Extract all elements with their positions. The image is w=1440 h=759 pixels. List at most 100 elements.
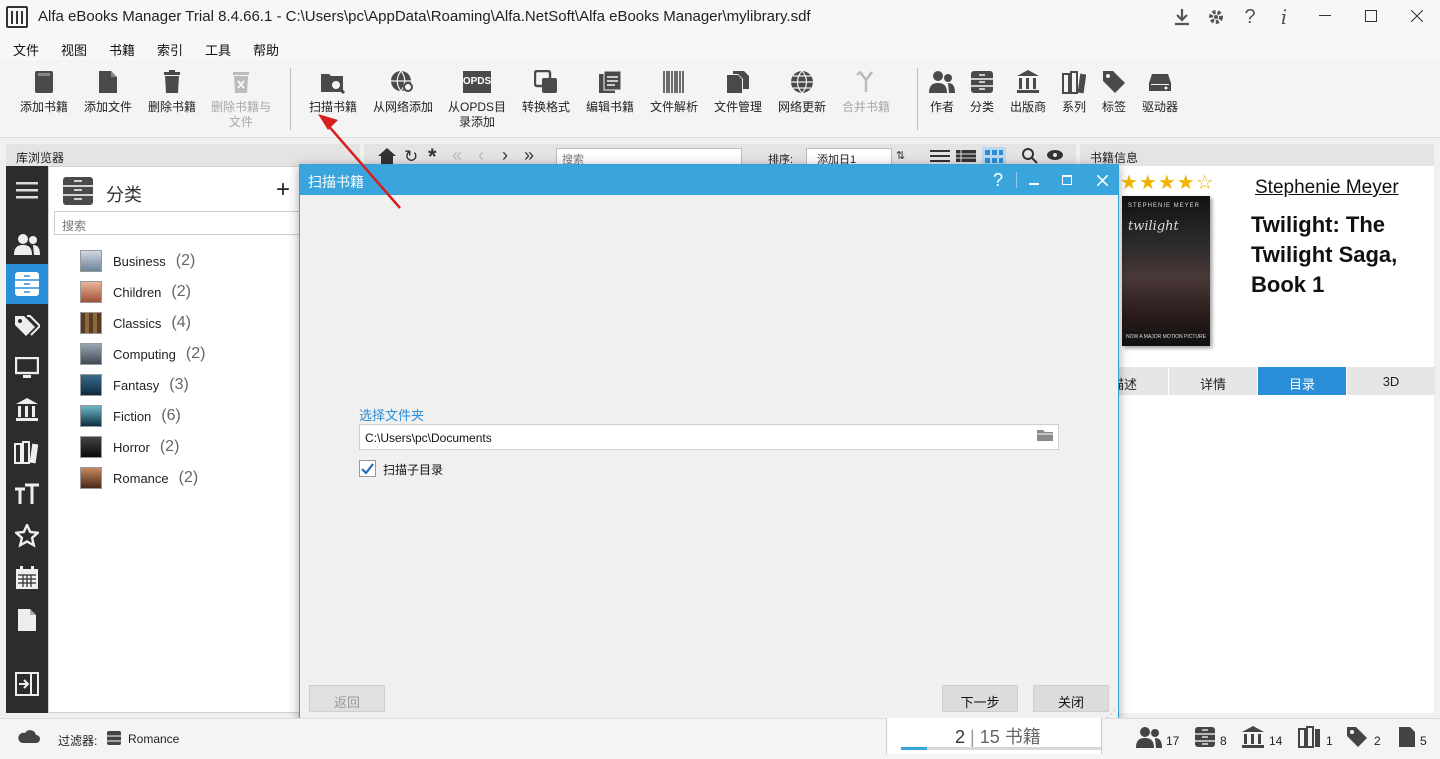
web-update-button[interactable]: 网络更新 (769, 68, 835, 115)
dialog-close-button[interactable] (1089, 167, 1115, 193)
tab-contents[interactable]: 目录 (1258, 367, 1346, 395)
library-search-input[interactable]: 搜索 (54, 211, 300, 235)
prev-page-icon[interactable]: ‹ (478, 145, 484, 166)
nav-authors-icon[interactable] (6, 224, 48, 264)
publishers-button[interactable]: 出版商 (1005, 68, 1051, 115)
parse-file-label: 文件解析 (641, 100, 707, 115)
stat-series[interactable]: 1 (1298, 724, 1333, 750)
category-count: (3) (169, 376, 189, 394)
menu-books[interactable]: 书籍 (109, 40, 135, 59)
category-item[interactable]: Computing (2) (80, 341, 205, 367)
drive-icon (1146, 68, 1174, 96)
drives-button[interactable]: 驱动器 (1137, 68, 1183, 115)
list-view-icon[interactable] (930, 150, 950, 162)
merge-books-button[interactable]: 合并书籍 (833, 68, 899, 115)
menu-tools[interactable]: 工具 (205, 40, 231, 59)
category-item[interactable]: Fantasy (3) (80, 372, 189, 398)
info-icon[interactable]: i (1273, 6, 1295, 28)
close-window-button[interactable] (1394, 0, 1440, 32)
category-name: Horror (113, 440, 150, 455)
next-button[interactable]: 下一步 (942, 685, 1018, 712)
files-icon (724, 68, 752, 96)
parse-file-button[interactable]: 文件解析 (641, 68, 707, 115)
add-file-button[interactable]: 添加文件 (75, 68, 141, 115)
files-stat-icon (1398, 726, 1416, 748)
barcode-icon (660, 68, 688, 96)
nav-collapse-icon[interactable] (6, 664, 48, 704)
tab-details[interactable]: 详情 (1169, 367, 1257, 395)
add-book-button[interactable]: 添加书籍 (11, 68, 77, 115)
stat-files[interactable]: 5 (1398, 724, 1427, 750)
scan-subdirs-checkbox[interactable] (359, 460, 376, 477)
add-category-icon[interactable]: + (276, 176, 290, 204)
menu-view[interactable]: 视图 (61, 40, 87, 59)
opds-badge: OPDS (463, 71, 491, 93)
stat-publishers[interactable]: 14 (1241, 724, 1282, 750)
detail-view-icon[interactable] (956, 150, 976, 162)
merge-books-label: 合并书籍 (833, 100, 899, 115)
folder-search-icon (319, 68, 347, 96)
zoom-icon[interactable] (1022, 148, 1038, 164)
convert-format-label: 转换格式 (513, 100, 579, 115)
cloud-icon[interactable] (16, 728, 40, 744)
series-count: 1 (1326, 734, 1333, 748)
category-count: (2) (186, 345, 206, 363)
add-from-web-button[interactable]: 从网络添加 (370, 68, 436, 115)
back-button[interactable]: 返回 (309, 685, 385, 712)
count-separator: | (970, 727, 975, 747)
tags-button[interactable]: 标签 (1091, 68, 1137, 115)
close-button[interactable]: 关闭 (1033, 685, 1109, 712)
stat-tags[interactable]: 2 (1346, 724, 1381, 750)
first-page-icon[interactable]: « (452, 145, 462, 166)
menu-file[interactable]: 文件 (13, 40, 39, 59)
categories-button[interactable]: 分类 (959, 68, 1005, 115)
stat-categories[interactable]: 8 (1194, 724, 1227, 750)
category-item[interactable]: Classics (4) (80, 310, 191, 336)
category-count: (2) (171, 283, 191, 301)
download-icon[interactable] (1171, 6, 1193, 28)
category-item[interactable]: Fiction (6) (80, 403, 181, 429)
nav-categories-icon[interactable] (6, 264, 48, 304)
dialog-maximize-button[interactable] (1054, 167, 1080, 193)
dialog-help-icon[interactable]: ? (985, 167, 1011, 193)
next-page-icon[interactable]: › (502, 145, 508, 166)
nav-monitor-icon[interactable] (6, 348, 48, 388)
edit-book-button[interactable]: 编辑书籍 (577, 68, 643, 115)
category-item[interactable]: Business (2) (80, 248, 195, 274)
nav-series-icon[interactable] (6, 432, 48, 472)
book-author-link[interactable]: Stephenie Meyer (1255, 177, 1399, 199)
nav-star-icon[interactable] (6, 516, 48, 556)
gear-icon[interactable] (1205, 6, 1227, 28)
scan-books-button[interactable]: 扫描书籍 (300, 68, 366, 115)
file-manage-button[interactable]: 文件管理 (705, 68, 771, 115)
stat-authors[interactable]: 17 (1136, 724, 1179, 750)
hamburger-menu-icon[interactable] (6, 170, 48, 210)
nav-publishers-icon[interactable] (6, 390, 48, 430)
delete-book-button[interactable]: 删除书籍 (139, 68, 205, 115)
folder-path-input[interactable]: C:\Users\pc\Documents (359, 424, 1059, 450)
nav-file-icon[interactable] (6, 600, 48, 640)
nav-calendar-icon[interactable] (6, 558, 48, 598)
annotation-arrow (310, 110, 410, 215)
sort-order-icon[interactable]: ⇅ (896, 149, 905, 162)
category-item[interactable]: Children (2) (80, 279, 191, 305)
maximize-button[interactable] (1348, 0, 1394, 32)
delete-book-file-button[interactable]: 删除书籍与文件 (208, 68, 274, 130)
nav-font-size-icon[interactable] (6, 474, 48, 514)
last-page-icon[interactable]: » (524, 145, 534, 166)
help-icon[interactable]: ? (1239, 6, 1261, 28)
category-item[interactable]: Romance (2) (80, 465, 198, 491)
add-from-opds-button[interactable]: OPDS 从OPDS目录添加 (444, 68, 510, 130)
eye-icon[interactable] (1046, 149, 1064, 161)
category-thumbnail (80, 250, 102, 272)
menu-index[interactable]: 索引 (157, 40, 183, 59)
folder-browse-icon[interactable] (1036, 428, 1056, 446)
minimize-button[interactable] (1302, 0, 1348, 32)
category-item[interactable]: Horror (2) (80, 434, 179, 460)
rating-stars[interactable]: ★★★★☆ (1120, 170, 1215, 195)
nav-tags-icon[interactable] (6, 306, 48, 346)
dialog-minimize-button[interactable] (1021, 167, 1047, 193)
convert-format-button[interactable]: 转换格式 (513, 68, 579, 115)
menu-help[interactable]: 帮助 (253, 40, 279, 59)
tab-3d[interactable]: 3D (1347, 367, 1435, 395)
